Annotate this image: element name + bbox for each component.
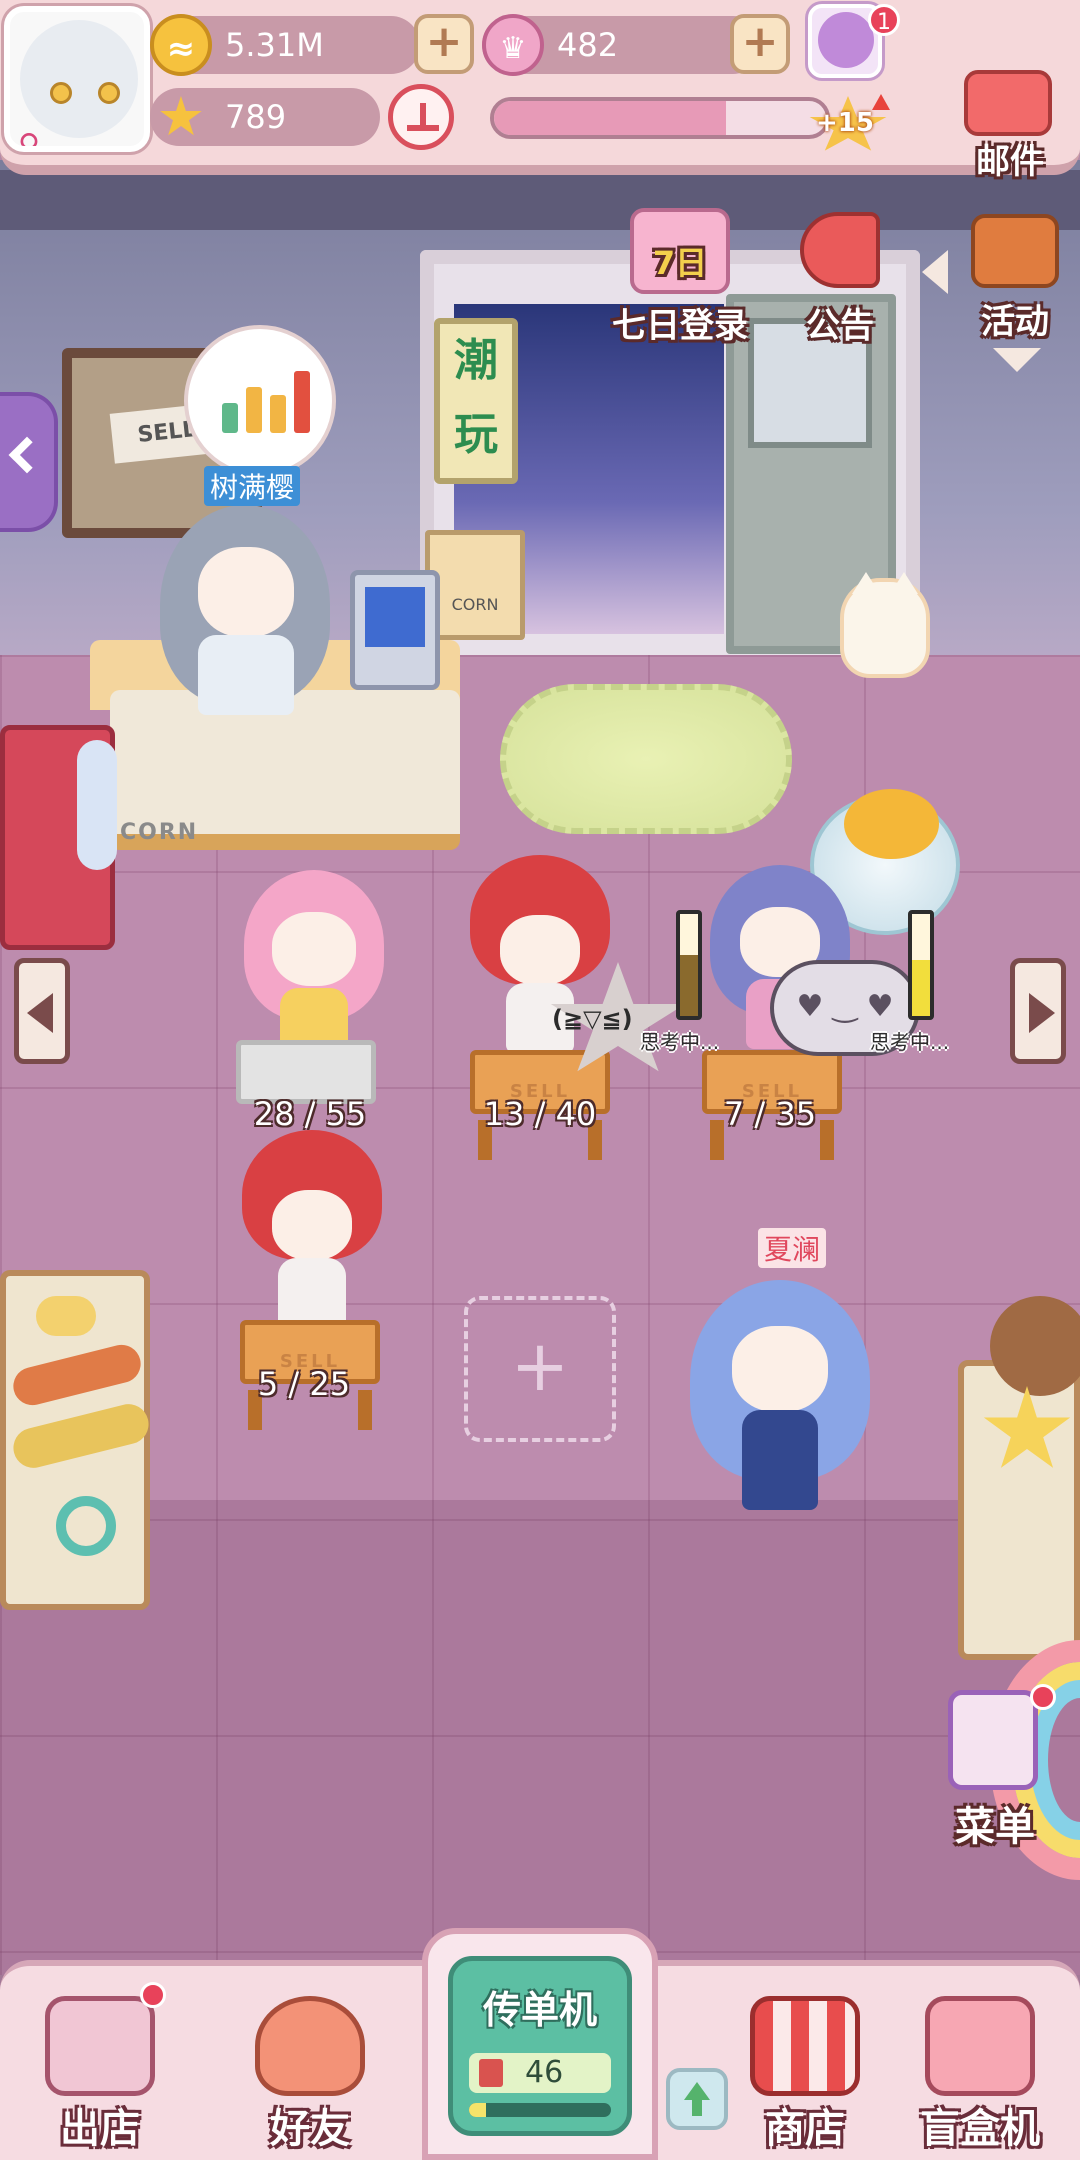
upgrade-button[interactable] xyxy=(666,2068,728,2130)
arrow-right-icon xyxy=(1029,993,1055,1033)
menu-notification-dot xyxy=(1030,1684,1056,1710)
upgrade-arrow-icon xyxy=(684,2082,710,2100)
prev-room-button[interactable] xyxy=(14,958,70,1064)
side-panel-toggle[interactable] xyxy=(0,392,58,532)
storefront-icon xyxy=(750,1996,860,2096)
customer-thinking-label: 思考中... xyxy=(640,1030,720,1054)
avatar-hair xyxy=(20,20,138,138)
star-value: 789 xyxy=(225,98,287,136)
flyer-machine-panel: 传单机 46 xyxy=(448,1956,632,2136)
sales-chart-bubble[interactable] xyxy=(184,325,336,477)
events-button[interactable]: 活动 xyxy=(965,208,1065,343)
crown-value: 482 xyxy=(557,26,619,64)
toy-shelf[interactable] xyxy=(958,1296,1080,1660)
events-label: 活动 xyxy=(981,302,1049,342)
stand-stock-count: 7 / 35 xyxy=(723,1095,817,1133)
customer-character[interactable] xyxy=(670,1270,890,1530)
go-out-button[interactable]: 出店 xyxy=(20,1982,180,2160)
coin-value: 5.31M xyxy=(225,26,324,64)
stand-stock-count: 5 / 25 xyxy=(257,1365,351,1403)
stand-1-character xyxy=(224,860,404,1060)
flyer-progress-bar xyxy=(469,2103,611,2117)
shop-button[interactable]: 商店 xyxy=(725,1990,885,2160)
shop-name-sign: 潮玩 xyxy=(434,318,518,484)
stand-stock-count: 28 / 55 xyxy=(253,1095,367,1133)
player-avatar[interactable]: ♀ xyxy=(4,6,150,152)
corn-sign: CORN xyxy=(425,530,525,640)
friends-label: 好友 xyxy=(270,2106,350,2152)
flyer-machine-button[interactable]: 传单机 46 xyxy=(422,1928,658,2160)
customer-patience-meter xyxy=(676,910,702,1020)
friends-button[interactable]: 好友 xyxy=(230,1990,390,2160)
flyer-icon xyxy=(479,2059,503,2087)
heart-arrow-icon xyxy=(255,1996,365,2096)
events-expand-arrow-icon[interactable] xyxy=(993,348,1041,372)
stand-4-character xyxy=(222,1130,402,1330)
counter-label: CORN xyxy=(120,820,199,845)
speed-boost-button[interactable] xyxy=(388,84,454,150)
chevron-left-icon xyxy=(8,436,46,474)
notice-label: 公告 xyxy=(806,306,874,346)
arrow-left-icon xyxy=(27,993,53,1033)
mail-label: 邮件 xyxy=(976,142,1044,182)
gumball-cabinet[interactable] xyxy=(0,725,117,950)
blind-box-machine-icon xyxy=(925,1996,1035,2096)
cash-register-icon xyxy=(350,570,440,690)
add-crowns-button[interactable]: + xyxy=(730,14,790,74)
customer-patience-meter xyxy=(908,910,934,1020)
flyer-machine-label: 传单机 xyxy=(482,1988,597,2032)
seven-day-login-button[interactable]: 7日 七日登录 xyxy=(612,208,748,346)
customer-name: 夏澜 xyxy=(758,1228,827,1268)
menu-scroll-icon xyxy=(948,1690,1038,1790)
seven-day-badge: 7日 xyxy=(652,244,708,282)
teddy-bear-icon xyxy=(990,1296,1080,1396)
mail-icon xyxy=(964,70,1052,136)
level-progress-bar xyxy=(490,97,830,139)
star-plush-icon xyxy=(983,1386,1071,1468)
stand-stock-count: 13 / 40 xyxy=(483,1095,597,1133)
level-bonus-value: +15 xyxy=(816,108,874,138)
go-out-label: 出店 xyxy=(60,2106,140,2152)
female-icon: ♀ xyxy=(18,128,40,152)
craft-shelf[interactable] xyxy=(0,1270,153,1610)
star-customer-emote: (≧▽≦) xyxy=(552,1005,633,1033)
green-rug xyxy=(500,684,792,834)
wall-beam xyxy=(0,170,1080,230)
customer-thinking-label: 思考中... xyxy=(870,1030,950,1054)
map-arrow-icon xyxy=(45,1996,155,2096)
menu-button[interactable]: 菜单 xyxy=(940,1684,1056,1850)
flyer-count: 46 xyxy=(469,2053,611,2093)
mail-button[interactable]: 邮件 xyxy=(960,64,1060,182)
coin-icon: ≈ xyxy=(150,14,212,76)
game-screen: SELL 潮玩 CORN CORN 树满樱 28 / 55 SELL 13 / … xyxy=(0,0,1080,2160)
events-prev-arrow-icon[interactable] xyxy=(922,250,948,294)
arrow-up-icon xyxy=(872,94,890,110)
add-stand-icon: + xyxy=(510,1325,570,1407)
cashier-character[interactable] xyxy=(150,505,340,720)
shop-label: 商店 xyxy=(765,2106,845,2152)
friend-notification-badge: 1 xyxy=(868,4,900,36)
megaphone-icon xyxy=(800,212,880,288)
crown-icon: ♛ xyxy=(482,14,544,76)
floor-shadow xyxy=(0,1500,1080,2000)
blind-box-label: 盲盒机 xyxy=(920,2106,1040,2152)
timer-icon xyxy=(420,103,426,125)
next-room-button[interactable] xyxy=(1010,958,1066,1064)
cashier-name: 树满樱 xyxy=(204,466,301,506)
add-coins-button[interactable]: + xyxy=(414,14,474,74)
blind-box-button[interactable]: 盲盒机 xyxy=(900,1990,1060,2160)
menu-label: 菜单 xyxy=(955,1804,1035,1850)
star-icon: ★ xyxy=(156,85,206,148)
flyer-count-value: 46 xyxy=(525,2055,564,2090)
go-out-notification-dot xyxy=(140,1982,166,2008)
treasure-chest-icon xyxy=(971,214,1059,288)
empty-stand-slot[interactable]: + xyxy=(464,1296,616,1442)
seven-day-login-label: 七日登录 xyxy=(612,306,748,346)
lucky-cat-icon[interactable] xyxy=(840,572,930,678)
notice-button[interactable]: 公告 xyxy=(790,208,890,346)
